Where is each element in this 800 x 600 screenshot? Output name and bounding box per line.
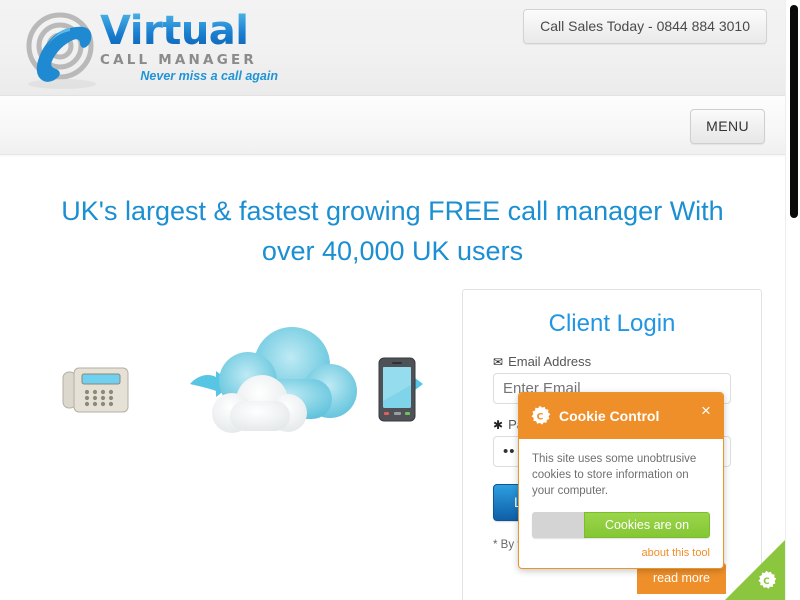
desk-phone-icon xyxy=(62,367,129,413)
logo-word: Virtual xyxy=(100,10,280,52)
envelope-icon: ✉ xyxy=(493,354,504,369)
email-label-text: Email Address xyxy=(508,354,592,369)
cookie-control-popup: C Cookie Control × This site uses some u… xyxy=(518,392,724,569)
terms-prefix: * By xyxy=(493,539,515,551)
scrollbar-thumb[interactable] xyxy=(790,5,798,218)
logo-wordmark: Virtual CALL MANAGER Never miss a call a… xyxy=(100,10,280,83)
logo-tagline: Never miss a call again xyxy=(140,69,278,83)
call-sales-button[interactable]: Call Sales Today - 0844 884 3010 xyxy=(523,9,767,44)
cookie-popup-title: Cookie Control xyxy=(559,408,660,424)
logo-subtitle: CALL MANAGER xyxy=(100,52,257,68)
cookie-popup-body: This site uses some unobtrusive cookies … xyxy=(519,439,723,568)
cloud-telephony-illustration xyxy=(50,313,440,443)
cloud-icon xyxy=(212,327,357,433)
svg-text:C: C xyxy=(537,412,544,423)
cookie-corner-tab[interactable]: C xyxy=(725,540,785,600)
asterisk-icon: ✱ xyxy=(493,417,504,432)
email-label: ✉ Email Address xyxy=(493,354,731,369)
cookie-toggle-on-label: Cookies are on xyxy=(584,512,710,538)
cookie-gear-icon: C xyxy=(758,570,777,589)
cookie-toggle[interactable]: Cookies are on xyxy=(532,512,710,538)
mobile-phone-icon xyxy=(378,357,416,422)
site-header: Virtual CALL MANAGER Never miss a call a… xyxy=(0,0,785,96)
page-viewport: Virtual CALL MANAGER Never miss a call a… xyxy=(0,0,785,600)
cookie-gear-icon: C xyxy=(531,405,551,425)
about-this-tool-link[interactable]: about this tool xyxy=(532,547,711,559)
login-title: Client Login xyxy=(548,310,676,337)
cookie-popup-text: This site uses some unobtrusive cookies … xyxy=(532,453,697,497)
svg-text:C: C xyxy=(763,577,769,587)
navigation-bar: MENU xyxy=(0,96,785,155)
vertical-scrollbar[interactable] xyxy=(785,0,800,600)
page-title: UK's largest & fastest growing FREE call… xyxy=(61,196,724,266)
close-icon[interactable]: × xyxy=(698,402,714,419)
site-logo[interactable]: Virtual CALL MANAGER Never miss a call a… xyxy=(14,6,278,92)
phone-handset-icon xyxy=(26,12,96,89)
cookie-popup-header: C Cookie Control × xyxy=(519,393,723,439)
menu-button[interactable]: MENU xyxy=(690,109,765,144)
cookie-toggle-off-track xyxy=(532,512,584,538)
